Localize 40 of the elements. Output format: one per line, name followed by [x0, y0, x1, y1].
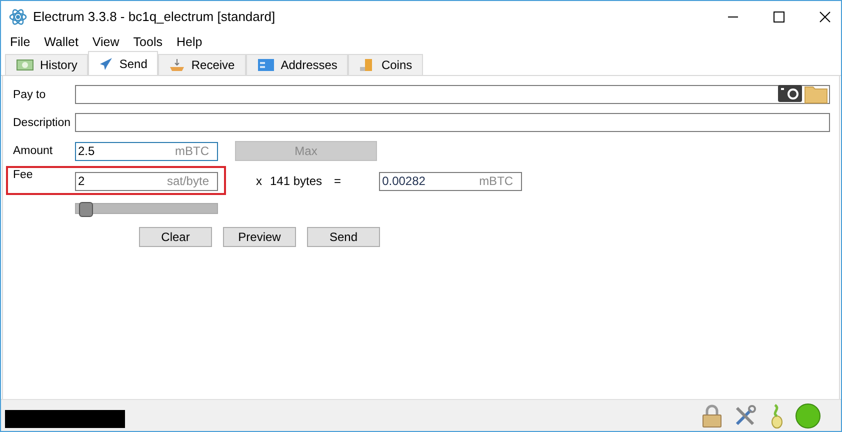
action-button[interactable]: Preview — [223, 227, 296, 247]
menu-item[interactable]: View — [92, 35, 120, 49]
action-button[interactable]: Send — [307, 227, 380, 247]
fee-slider[interactable] — [75, 203, 218, 214]
description-field[interactable] — [75, 113, 830, 132]
tab[interactable]: Receive — [158, 54, 246, 75]
camera-icon[interactable] — [778, 84, 802, 102]
paper-plane-icon — [99, 56, 114, 70]
menu-item[interactable]: Tools — [133, 35, 162, 49]
slider-handle[interactable] — [78, 202, 93, 217]
field-label: Amount — [13, 145, 54, 157]
padlock-icon[interactable] — [701, 404, 723, 428]
status-light-icon[interactable] — [795, 402, 821, 428]
field-label: Pay to — [13, 88, 47, 100]
size-text: 141 bytes — [270, 174, 322, 188]
atom-logo-icon — [9, 8, 27, 26]
equals-sign: = — [334, 174, 342, 188]
window-title: Electrum 3.3.8 - bc1q_electrum [standard] — [33, 9, 276, 24]
close-icon[interactable] — [819, 10, 831, 22]
pay-to-field[interactable] — [75, 85, 830, 104]
tab[interactable]: Coins — [348, 54, 424, 75]
tray-icon — [169, 58, 186, 72]
menu-item[interactable]: Wallet — [44, 35, 78, 49]
amount-field[interactable]: 2.5 mBTC — [75, 142, 218, 160]
action-button[interactable]: Clear — [139, 227, 212, 247]
fee-rate-field[interactable]: 2 sat/byte — [75, 172, 218, 190]
folder-icon[interactable] — [804, 84, 828, 104]
banknote-icon — [16, 58, 34, 72]
menu-item[interactable]: Help — [176, 35, 202, 49]
address-card-icon — [256, 58, 275, 72]
tab[interactable]: Send — [88, 51, 158, 75]
field-label: Description — [13, 116, 72, 128]
maximize-icon[interactable] — [773, 10, 785, 22]
tools-icon[interactable] — [733, 404, 757, 428]
tab[interactable]: History — [5, 54, 88, 75]
menu-item[interactable]: File — [10, 35, 30, 49]
fee-total-field: 0.00282 mBTC — [379, 172, 522, 190]
field-label: Fee — [13, 169, 34, 181]
multiply-sign: x — [256, 174, 262, 188]
tab[interactable]: Addresses — [246, 54, 348, 75]
